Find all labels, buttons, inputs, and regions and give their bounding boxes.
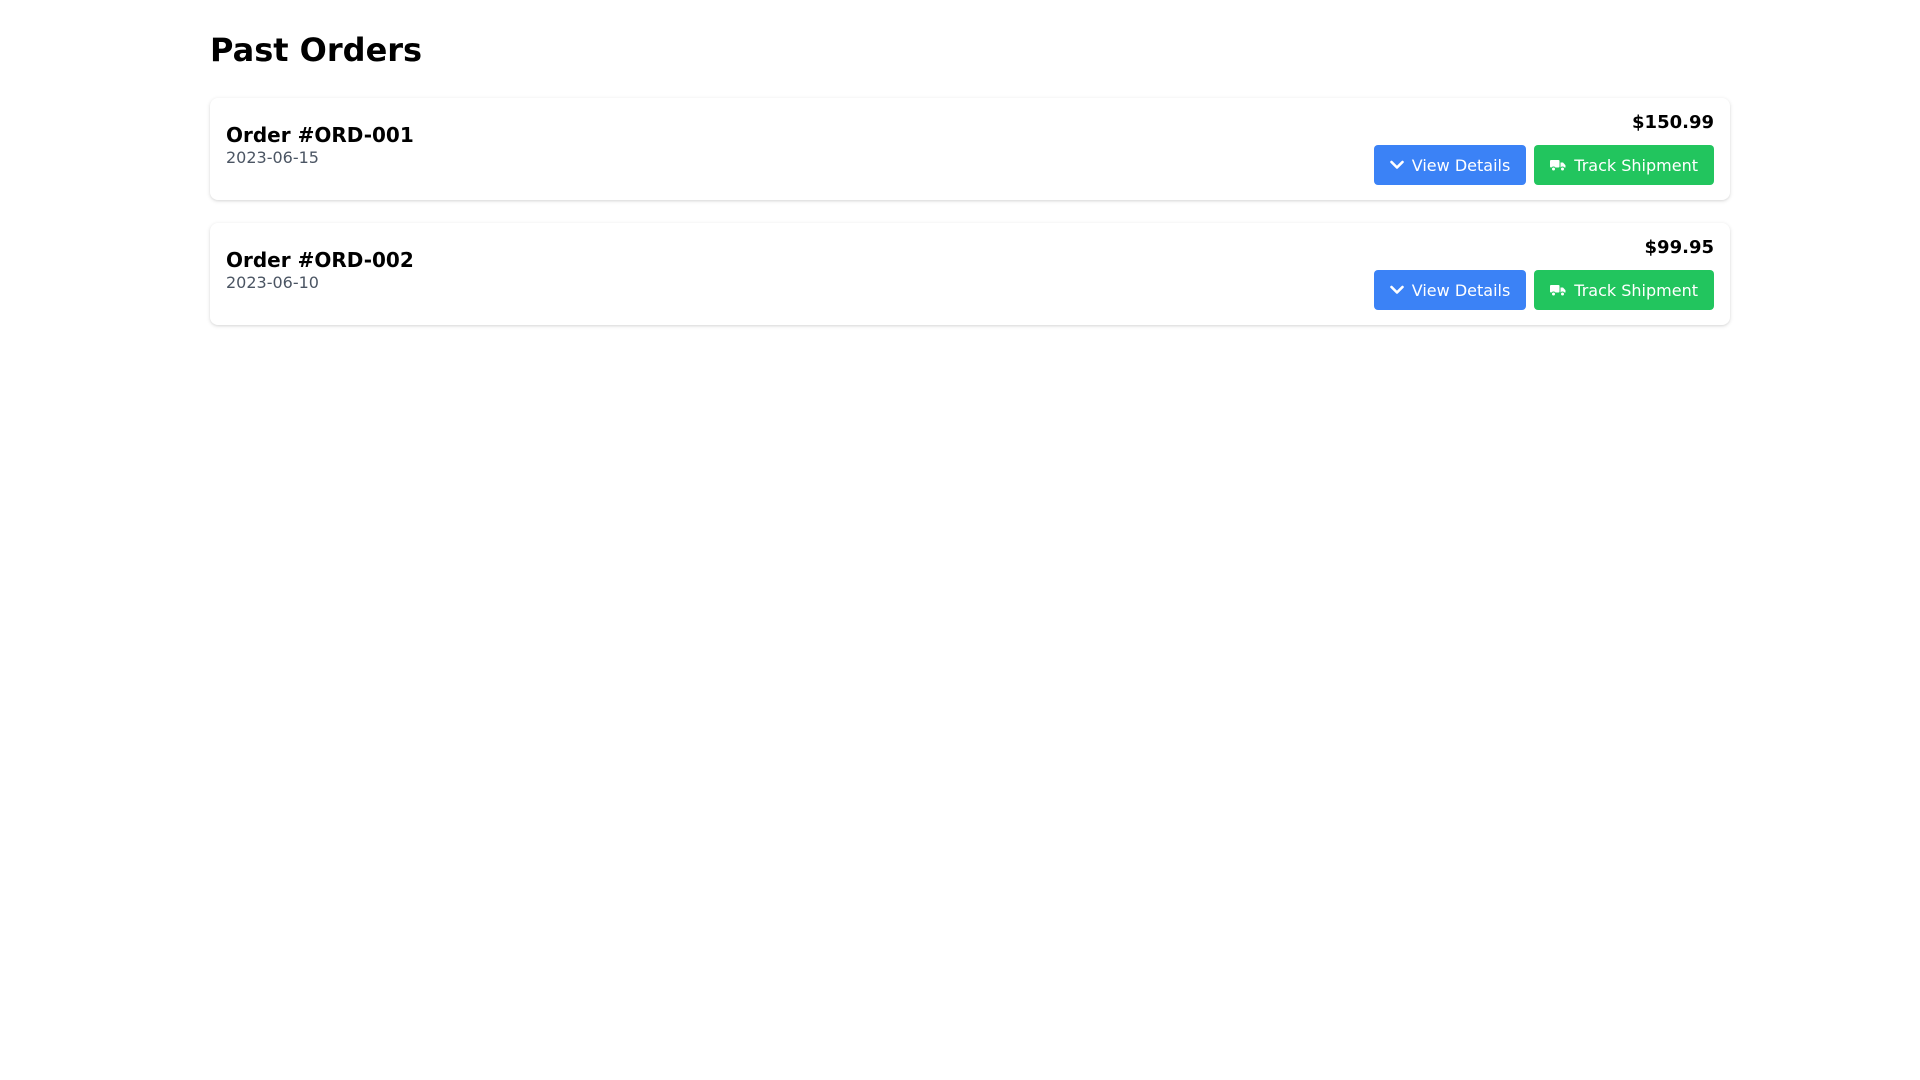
order-info: Order #ORD-001 2023-06-15: [226, 122, 414, 168]
order-summary: $99.95 View Details Track Shipment: [1373, 237, 1714, 310]
view-details-button[interactable]: View Details: [1373, 145, 1527, 185]
view-details-label: View Details: [1411, 155, 1511, 175]
track-shipment-label: Track Shipment: [1574, 155, 1698, 175]
page-title: Past Orders: [210, 31, 423, 69]
order-card: Order #ORD-002 2023-06-10 $99.95 View De…: [210, 223, 1730, 325]
order-summary: $150.99 View Details Track Shipment: [1373, 112, 1714, 185]
truck-icon: [1550, 159, 1566, 172]
order-date: 2023-06-10: [226, 273, 319, 292]
order-actions: View Details Track Shipment: [1373, 145, 1714, 185]
orders-list: Order #ORD-001 2023-06-15 $150.99 View D…: [210, 98, 1730, 325]
view-details-label: View Details: [1411, 280, 1511, 300]
track-shipment-button[interactable]: Track Shipment: [1534, 145, 1714, 185]
chevron-down-icon: [1389, 160, 1404, 170]
truck-icon: [1550, 284, 1566, 297]
order-number: Order #ORD-001: [226, 123, 414, 147]
order-info: Order #ORD-002 2023-06-10: [226, 247, 414, 293]
order-actions: View Details Track Shipment: [1373, 270, 1714, 310]
track-shipment-button[interactable]: Track Shipment: [1534, 270, 1714, 310]
order-price: $150.99: [1632, 112, 1714, 133]
track-shipment-label: Track Shipment: [1574, 280, 1698, 300]
chevron-down-icon: [1389, 285, 1404, 295]
past-orders-page: Past Orders Order #ORD-001 2023-06-15 $1…: [210, 0, 1730, 348]
order-price: $99.95: [1644, 237, 1714, 258]
order-number: Order #ORD-002: [226, 248, 414, 272]
view-details-button[interactable]: View Details: [1373, 270, 1527, 310]
order-card: Order #ORD-001 2023-06-15 $150.99 View D…: [210, 98, 1730, 200]
order-date: 2023-06-15: [226, 148, 319, 167]
